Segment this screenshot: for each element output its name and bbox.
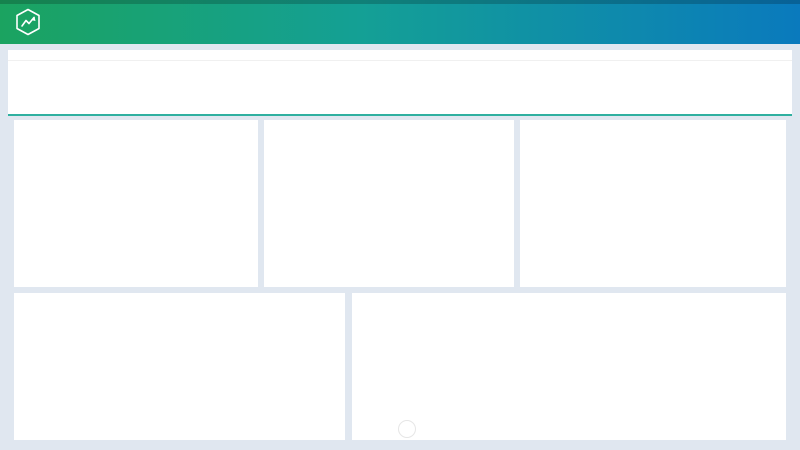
industry-donut-title bbox=[264, 120, 514, 146]
city-bar-chart[interactable] bbox=[14, 319, 345, 440]
intro-card bbox=[8, 50, 792, 116]
bar-yaxis-label-wrap bbox=[14, 313, 28, 414]
week-donut-title bbox=[520, 120, 786, 146]
panel-week-donut bbox=[520, 120, 786, 287]
header-bar bbox=[0, 0, 800, 44]
month-line-chart[interactable] bbox=[352, 319, 786, 440]
filter-bar bbox=[8, 60, 792, 86]
bar-chart-title bbox=[14, 293, 345, 319]
industry-donut-chart[interactable] bbox=[264, 146, 514, 283]
hebei-region-map[interactable] bbox=[14, 146, 258, 283]
line-chart-title bbox=[352, 293, 786, 319]
line-chart-hexagon-icon bbox=[14, 8, 42, 36]
business-background bbox=[8, 50, 792, 60]
panel-industry-donut bbox=[264, 120, 514, 287]
line-yaxis-label-wrap bbox=[352, 313, 366, 414]
week-donut-chart[interactable] bbox=[520, 146, 786, 283]
dashboard bbox=[0, 0, 800, 450]
panel-city-bars bbox=[14, 293, 345, 440]
more-button[interactable] bbox=[398, 420, 416, 438]
map-title bbox=[14, 120, 258, 146]
panel-month-lines bbox=[352, 293, 786, 440]
panel-region-map bbox=[14, 120, 258, 287]
